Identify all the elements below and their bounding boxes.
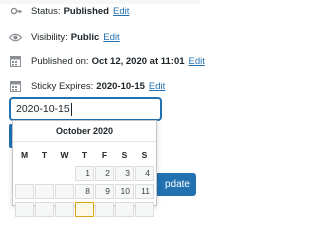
day-18[interactable]	[135, 202, 154, 217]
day-10[interactable]: 10	[115, 184, 134, 199]
day-13[interactable]	[35, 202, 54, 217]
text-caret	[70, 102, 72, 116]
day-6[interactable]	[35, 184, 54, 199]
weekday-wed: W	[60, 150, 69, 160]
day-11[interactable]: 11	[135, 184, 154, 199]
published-label: Published on:	[31, 55, 89, 67]
datepicker-weekdays: M T W T F S S	[13, 150, 158, 162]
day-12[interactable]	[15, 202, 34, 217]
weekday-tue: T	[41, 150, 48, 160]
published-value: Oct 12, 2020 at 11:01	[91, 55, 185, 67]
day-9[interactable]: 9	[95, 184, 114, 199]
status-edit-link[interactable]: Edit	[113, 6, 129, 17]
day-3[interactable]: 3	[115, 166, 134, 181]
eye-icon	[9, 31, 22, 44]
key-icon	[9, 5, 22, 18]
weekday-mon: M	[20, 150, 29, 160]
day-2[interactable]: 2	[95, 166, 114, 181]
day-4[interactable]: 4	[135, 166, 154, 181]
sticky-date-input-value: 2020-10-15	[16, 103, 70, 115]
sticky-date-input[interactable]: 2020-10-15	[9, 97, 162, 121]
calendar-icon	[9, 80, 22, 93]
day-1[interactable]: 1	[75, 166, 94, 181]
day-16[interactable]	[95, 202, 114, 217]
day-7[interactable]	[55, 184, 74, 199]
day-5[interactable]	[15, 184, 34, 199]
sticky-expires-edit-link[interactable]: Edit	[149, 81, 165, 92]
weekday-sun: S	[141, 150, 148, 160]
published-row: Published on: Oct 12, 2020 at 11:01 Edit	[0, 54, 205, 68]
published-edit-link[interactable]: Edit	[189, 56, 205, 67]
weekday-fri: F	[101, 150, 108, 160]
visibility-value: Public	[70, 31, 100, 43]
visibility-label: Visibility:	[31, 31, 68, 43]
weekday-sat: S	[121, 150, 128, 160]
weekday-thu: T	[81, 150, 88, 160]
day-15-selected[interactable]	[75, 202, 94, 217]
sticky-expires-row: Sticky Expires: 2020-10-15 Edit	[0, 79, 165, 93]
day-8[interactable]: 8	[75, 184, 94, 199]
sticky-expires-label: Sticky Expires:	[31, 80, 94, 92]
status-row: Status: Published Edit	[0, 4, 129, 18]
calendar-icon	[9, 55, 22, 68]
visibility-row: Visibility: Public Edit	[0, 30, 120, 44]
day-14[interactable]	[55, 202, 74, 217]
update-button-label: pdate	[164, 179, 190, 190]
datepicker: October 2020 M T W T F S S 1 2 3 4 8 9 1…	[12, 120, 158, 217]
status-value: Published	[63, 5, 109, 17]
sticky-expires-value: 2020-10-15	[96, 80, 145, 92]
visibility-edit-link[interactable]: Edit	[103, 32, 119, 43]
datepicker-month-title: October 2020	[13, 121, 156, 142]
status-label: Status:	[31, 5, 61, 17]
day-17[interactable]	[115, 202, 134, 217]
